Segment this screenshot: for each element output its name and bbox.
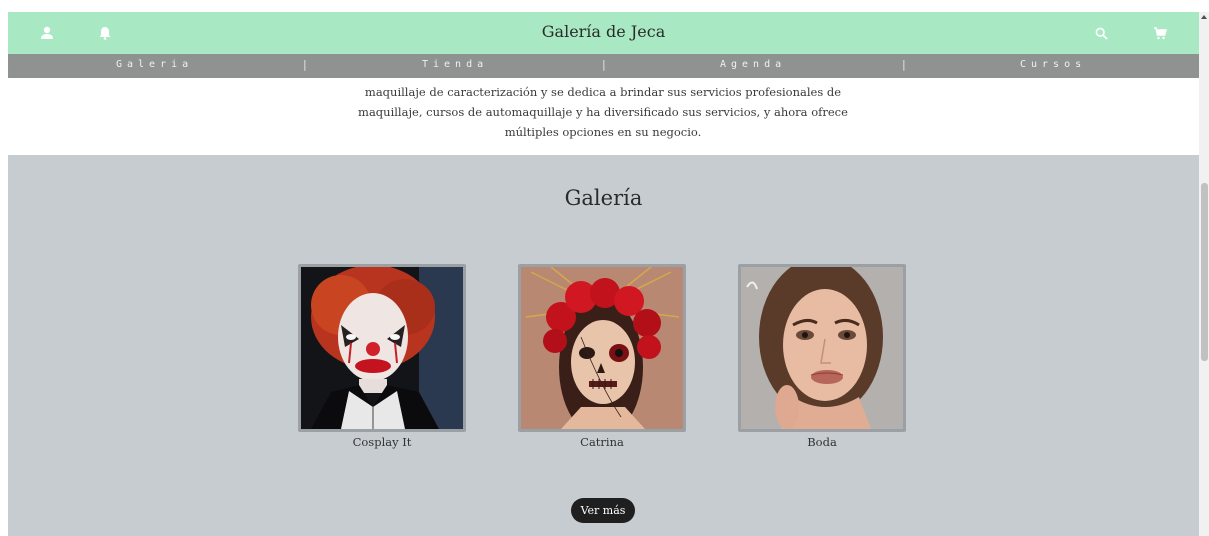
main-nav: Galeria | Tienda | Agenda | Cursos	[8, 54, 1199, 78]
gallery-card-cosplay[interactable]: Cosplay It	[298, 264, 466, 449]
intro-section: maquillaje de caracterización y se dedic…	[8, 78, 1199, 155]
ver-mas-button[interactable]: Ver más	[571, 498, 635, 523]
gallery-card-catrina[interactable]: Catrina	[518, 264, 686, 449]
nav-separator: |	[602, 58, 606, 71]
gallery-title: Galería	[564, 186, 643, 210]
gallery-image[interactable]	[298, 264, 466, 432]
nav-item-galeria[interactable]: Galeria	[116, 59, 193, 70]
cart-icon[interactable]	[1151, 24, 1169, 42]
nav-separator: |	[303, 58, 307, 71]
scrollbar-thumb[interactable]	[1201, 183, 1208, 361]
nav-separator: |	[902, 58, 906, 71]
intro-text: maquillaje de caracterización y se dedic…	[358, 85, 848, 139]
nav-item-tienda[interactable]: Tienda	[422, 59, 488, 70]
header-bar: Galería de Jeca	[8, 12, 1199, 54]
nav-item-agenda[interactable]: Agenda	[720, 59, 786, 70]
gallery-caption: Catrina	[580, 435, 624, 449]
gallery-image[interactable]	[738, 264, 906, 432]
site-title: Galería de Jeca	[541, 22, 666, 41]
gallery-card-boda[interactable]: Boda	[738, 264, 906, 449]
gallery-caption: Cosplay It	[352, 435, 412, 449]
gallery-section: Galería Cosplay It Catrina Boda Ver más	[8, 155, 1199, 536]
page: Galería de Jeca Galeria | Tienda | Agend…	[8, 12, 1199, 536]
nav-item-cursos[interactable]: Cursos	[1020, 59, 1086, 70]
gallery-image[interactable]	[518, 264, 686, 432]
search-icon[interactable]	[1092, 24, 1110, 42]
scroll-up-icon[interactable]	[1199, 12, 1209, 22]
gallery-caption: Boda	[807, 435, 837, 449]
